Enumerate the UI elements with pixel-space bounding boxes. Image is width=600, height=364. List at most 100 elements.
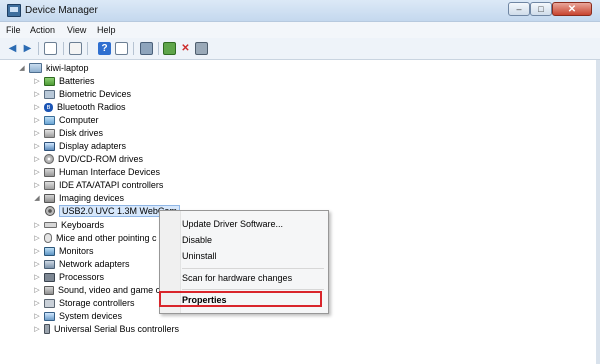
close-button[interactable]: ✕ <box>552 2 592 16</box>
computer-root-icon <box>29 63 42 73</box>
expand-arrow-icon[interactable]: ▷ <box>33 260 41 268</box>
tree-item-batteries[interactable]: ▷ Batteries <box>33 75 95 87</box>
expand-arrow-icon[interactable]: ▷ <box>33 142 41 150</box>
toolbar: ◀ ▶ ? ✕ <box>0 38 600 60</box>
list-icon[interactable] <box>69 42 82 55</box>
collapse-arrow-icon[interactable]: ◢ <box>18 64 26 72</box>
expand-arrow-icon[interactable]: ▷ <box>33 312 41 320</box>
display-adapter-icon <box>44 141 55 151</box>
tree-item-label: Network adapters <box>59 259 130 269</box>
back-arrow-icon[interactable]: ◀ <box>6 42 19 55</box>
hid-icon <box>44 167 55 177</box>
processor-icon <box>44 272 55 282</box>
tree-item-storage-controllers[interactable]: ▷ Storage controllers <box>33 297 135 309</box>
expand-arrow-icon[interactable]: ▷ <box>33 181 41 189</box>
tree-item-label: Keyboards <box>61 220 105 230</box>
minimize-button[interactable]: – <box>508 2 530 16</box>
tree-item-monitors[interactable]: ▷ Monitors <box>33 245 94 257</box>
tree-item-usb-controllers[interactable]: ▷ Universal Serial Bus controllers <box>33 323 179 335</box>
expand-arrow-icon[interactable]: ▷ <box>33 234 41 242</box>
tree-item-label: Sound, video and game co <box>58 285 166 295</box>
expand-arrow-icon[interactable]: ▷ <box>33 273 41 281</box>
expand-arrow-icon[interactable]: ▷ <box>33 325 41 333</box>
expand-arrow-icon[interactable]: ▷ <box>33 168 41 176</box>
dvd-drive-icon <box>44 154 54 164</box>
tree-item-label: Storage controllers <box>59 298 135 308</box>
tree-item-label: Batteries <box>59 76 95 86</box>
expand-arrow-icon[interactable]: ▷ <box>33 116 41 124</box>
expand-arrow-icon[interactable]: ▷ <box>33 77 41 85</box>
menu-help[interactable]: Help <box>97 25 116 35</box>
tree-item-imaging-devices[interactable]: ◢ Imaging devices <box>33 192 124 204</box>
tree-item-label: Disk drives <box>59 128 104 138</box>
tree-item-ide-controllers[interactable]: ▷ IDE ATA/ATAPI controllers <box>33 179 163 191</box>
menu-disable[interactable]: Disable <box>182 233 212 247</box>
tree-item-label: IDE ATA/ATAPI controllers <box>59 180 164 190</box>
tree-root[interactable]: ◢ kiwi-laptop <box>18 62 89 74</box>
expand-arrow-icon[interactable]: ▷ <box>33 286 41 294</box>
computer-icon <box>44 115 55 125</box>
expand-arrow-icon[interactable]: ▷ <box>33 129 41 137</box>
menu-scan-hardware-changes[interactable]: Scan for hardware changes <box>182 271 292 285</box>
tree-item-bluetooth-radios[interactable]: ▷ ʙ Bluetooth Radios <box>33 101 125 113</box>
expand-arrow-icon[interactable]: ▷ <box>33 155 41 163</box>
disk-drive-icon <box>44 128 55 138</box>
imaging-device-icon <box>44 193 55 203</box>
tree-item-keyboards[interactable]: ▷ Keyboards <box>33 219 104 231</box>
menu-separator <box>182 268 324 269</box>
tree-item-label: Biometric Devices <box>59 89 132 99</box>
menu-separator <box>182 289 324 290</box>
tree-item-disk-drives[interactable]: ▷ Disk drives <box>33 127 103 139</box>
scan-hardware-icon[interactable] <box>140 42 153 55</box>
expand-arrow-icon[interactable]: ▷ <box>33 103 41 111</box>
menu-bar: File Action View Help <box>0 22 600 38</box>
sound-icon <box>44 285 54 295</box>
maximize-button[interactable]: □ <box>530 2 552 16</box>
properties-view-icon[interactable] <box>44 42 57 55</box>
tree-item-label: Display adapters <box>59 141 127 151</box>
help-icon[interactable]: ? <box>98 42 111 55</box>
system-device-icon <box>44 311 55 321</box>
tree-item-processors[interactable]: ▷ Processors <box>33 271 104 283</box>
menu-action[interactable]: Action <box>30 25 55 35</box>
biometric-icon <box>44 89 55 99</box>
forward-arrow-icon[interactable]: ▶ <box>21 42 34 55</box>
uninstall-device-icon[interactable] <box>195 42 208 55</box>
window-title: Device Manager <box>25 5 98 16</box>
window-border-right <box>596 60 600 364</box>
properties-highlight-box <box>159 291 322 307</box>
tree-item-mice[interactable]: ▷ Mice and other pointing c <box>33 232 157 244</box>
usb-icon <box>44 324 50 334</box>
tree-item-dvd-cd-rom-drives[interactable]: ▷ DVD/CD-ROM drives <box>33 153 143 165</box>
update-driver-icon[interactable] <box>163 42 176 55</box>
expand-arrow-icon[interactable]: ▷ <box>33 221 41 229</box>
menu-uninstall[interactable]: Uninstall <box>182 249 217 263</box>
menu-view[interactable]: View <box>67 25 86 35</box>
tree-item-computer[interactable]: ▷ Computer <box>33 114 98 126</box>
tree-item-system-devices[interactable]: ▷ System devices <box>33 310 122 322</box>
tree-item-label: Mice and other pointing c <box>56 233 157 243</box>
webcam-icon <box>45 206 55 216</box>
tree-item-network-adapters[interactable]: ▷ Network adapters <box>33 258 130 270</box>
disable-device-icon[interactable]: ✕ <box>179 42 192 55</box>
tree-item-label: Processors <box>59 272 105 282</box>
collapse-arrow-icon[interactable]: ◢ <box>33 194 41 202</box>
tree-item-label: Universal Serial Bus controllers <box>54 324 180 334</box>
tree-item-biometric-devices[interactable]: ▷ Biometric Devices <box>33 88 131 100</box>
bluetooth-icon: ʙ <box>44 102 53 112</box>
mouse-icon <box>44 233 52 243</box>
expand-arrow-icon[interactable]: ▷ <box>33 247 41 255</box>
tree-item-label: Imaging devices <box>59 193 125 203</box>
expand-arrow-icon[interactable]: ▷ <box>33 90 41 98</box>
network-adapter-icon <box>44 259 55 269</box>
tree-item-display-adapters[interactable]: ▷ Display adapters <box>33 140 126 152</box>
tree-item-sound-video[interactable]: ▷ Sound, video and game co <box>33 284 165 296</box>
ide-controller-icon <box>44 180 55 190</box>
details-icon[interactable] <box>115 42 128 55</box>
menu-file[interactable]: File <box>6 25 21 35</box>
tree-item-label: Monitors <box>59 246 94 256</box>
menu-update-driver-software[interactable]: Update Driver Software... <box>182 217 283 231</box>
monitor-icon <box>44 246 55 256</box>
expand-arrow-icon[interactable]: ▷ <box>33 299 41 307</box>
tree-item-human-interface-devices[interactable]: ▷ Human Interface Devices <box>33 166 160 178</box>
